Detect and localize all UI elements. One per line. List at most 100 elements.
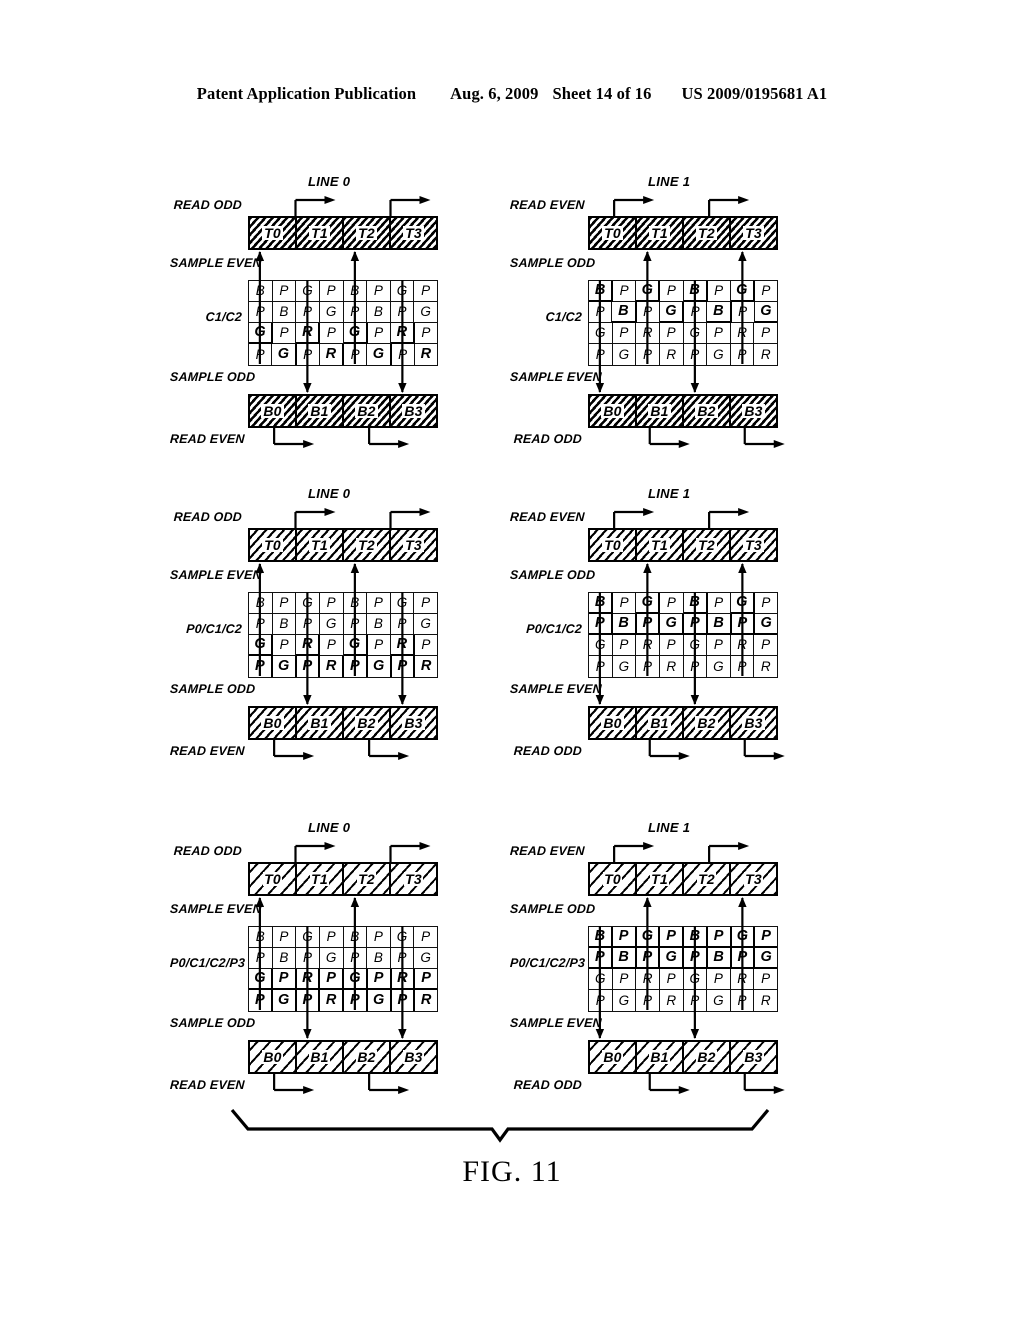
pixel-cell: P (636, 990, 660, 1011)
pixel-cell: P (391, 656, 416, 677)
pixel-cell: G (707, 990, 731, 1011)
pixel-cell: R (636, 323, 660, 344)
pixel-cell: R (320, 990, 344, 1011)
pixel-cell: P (344, 656, 368, 677)
pixel-cell: R (636, 969, 660, 990)
bottom-register-bar-label: B2 (695, 715, 718, 731)
top-register-bar: T0 T1 T2 T3 (248, 216, 438, 250)
pixel-pattern-row: GPRPGPRP (589, 635, 777, 656)
block-r3c2: LINE 1 READ EVEN SAMPLE ODD P0/C1/C2/P3 SAMP… (510, 818, 850, 1118)
pixel-cell: P (730, 990, 755, 1011)
pixel-cell: P (414, 593, 437, 614)
pixel-cell: G (612, 344, 637, 365)
pixel-pattern-row: GPRPGPRP (249, 635, 437, 656)
pixel-cell: P (707, 927, 732, 948)
pixel-cell: P (731, 948, 756, 969)
pixel-cell: B (707, 614, 732, 635)
block-r2c2: LINE 1 READ EVEN SAMPLE ODD P0/C1/C2 SAMPLE … (510, 484, 850, 784)
pixel-cell: B (249, 927, 273, 948)
pixel-cell: P (320, 969, 344, 990)
top-register-bar-label: T2 (356, 537, 377, 553)
line-title: LINE 0 (308, 174, 351, 189)
bottom-register-bar-label: B2 (695, 403, 718, 419)
pixel-cell: P (612, 969, 637, 990)
pixel-cell: P (319, 593, 344, 614)
line-title: LINE 1 (648, 174, 691, 189)
pixel-cell: R (730, 969, 755, 990)
pixel-cell: P (367, 927, 391, 948)
top-register-bar-cell: T1 (637, 530, 684, 560)
top-register-bar-cell: T2 (344, 218, 391, 248)
top-register-bar-label: T2 (356, 225, 377, 241)
pixel-cell: P (707, 323, 731, 344)
top-register-bar-label: T1 (309, 225, 330, 241)
pixel-cell: P (660, 281, 684, 302)
bottom-register-bar-label: B3 (402, 715, 425, 731)
pixel-cell: P (344, 344, 368, 365)
pixel-cell: P (320, 323, 344, 344)
bottom-register-bar-cell: B2 (684, 396, 731, 426)
label-read-outer-top: READ EVEN (509, 510, 586, 524)
pixel-cell: B (707, 948, 732, 969)
label-sample-inner-top: SAMPLE ODD (509, 256, 596, 270)
pixel-cell: R (415, 990, 437, 1011)
bottom-register-bar-cell: B1 (297, 708, 344, 738)
pixel-cell: P (589, 614, 613, 635)
label-read-outer-bot: READ EVEN (169, 1078, 246, 1092)
pixel-cell: P (414, 323, 437, 344)
pixel-pattern-row: GPRPGPRP (249, 969, 437, 990)
pixel-cell: G (296, 281, 320, 302)
pixel-cell: P (249, 948, 273, 969)
pixel-cell: P (391, 990, 416, 1011)
pixel-cell: P (320, 635, 344, 656)
pixel-cell: R (390, 323, 415, 344)
label-read-outer-top: READ ODD (173, 844, 243, 858)
top-register-bar-cell: T2 (344, 530, 391, 560)
pixel-cell: B (272, 614, 297, 635)
top-register-bar-cell: T0 (250, 218, 297, 248)
bottom-register-bar-cell: B1 (297, 396, 344, 426)
pixel-cell: P (754, 969, 777, 990)
bottom-register-bar-label: B2 (355, 403, 378, 419)
pixel-cell: B (367, 948, 391, 969)
label-sample-inner-top: SAMPLE EVEN (169, 902, 263, 916)
bottom-register-bar-cell: B3 (391, 708, 436, 738)
label-read-outer-top: READ ODD (173, 510, 243, 524)
pixel-cell: P (589, 344, 613, 365)
bottom-register-bar: B0 B1 B2 B3 (588, 1040, 778, 1074)
pixel-cell: P (272, 281, 297, 302)
pixel-cell: G (272, 990, 297, 1011)
bottom-register-bar-cell: B2 (344, 708, 391, 738)
pixel-cell: P (636, 614, 661, 635)
pixel-cell: G (367, 656, 392, 677)
bottom-register-bar: B0 B1 B2 B3 (248, 1040, 438, 1074)
pixel-cell: P (390, 948, 415, 969)
pixel-cell: P (754, 281, 777, 302)
pixel-pattern-grid: BPGPBPGPPBPGPBPGGPRPGPRPPGPRPGPR (588, 280, 778, 366)
pixel-cell: P (249, 302, 273, 323)
top-register-bar-label: T2 (697, 871, 716, 887)
top-register-bar-cell: T1 (297, 218, 344, 248)
pixel-pattern-row: PGPRPGPR (589, 344, 777, 365)
bottom-register-bar-label: B2 (355, 715, 378, 731)
top-register-bar-cell: T3 (391, 530, 436, 560)
pixel-cell: P (754, 635, 777, 656)
line-title: LINE 1 (648, 486, 691, 501)
pixel-cell: G (414, 302, 437, 323)
pixel-cell: G (344, 969, 368, 990)
figure-brace (230, 1108, 770, 1143)
label-sample-inner-top: SAMPLE ODD (509, 568, 596, 582)
pixel-cell: P (249, 990, 273, 1011)
top-register-bar: T0 T1 T2 T3 (588, 862, 778, 896)
pixel-cell: G (589, 635, 613, 656)
pixel-cell: G (659, 302, 684, 323)
pixel-cell: R (754, 344, 777, 365)
top-register-bar-cell: T2 (344, 864, 391, 894)
pixel-pattern-row: PGPRPGPR (249, 990, 437, 1011)
pixel-cell: P (273, 635, 297, 656)
label-sample-inner-top: SAMPLE ODD (509, 902, 596, 916)
bottom-register-bar-cell: B3 (731, 708, 776, 738)
line-title: LINE 1 (648, 820, 691, 835)
pixel-cell: P (755, 927, 777, 948)
pixel-pattern-grid: BPGPBPGPPBPGPBPGGPRPGPRPPGPRPGPR (588, 592, 778, 678)
